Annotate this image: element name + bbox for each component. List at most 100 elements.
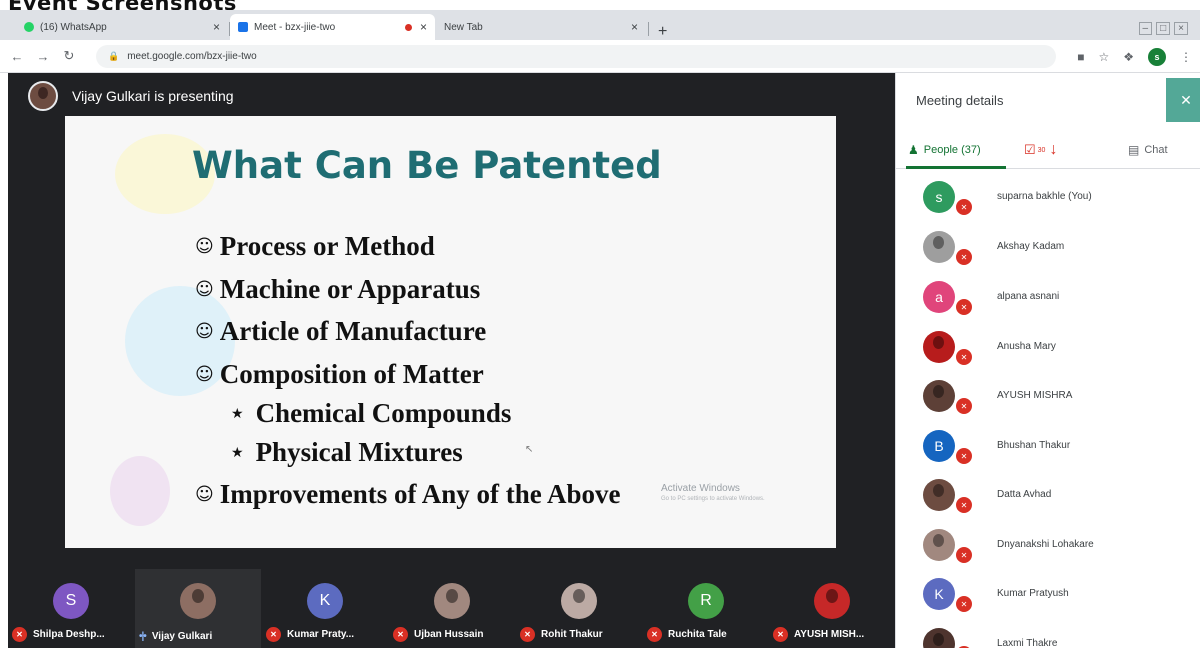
- profile-avatar[interactable]: s: [1148, 48, 1166, 66]
- participant-tile[interactable]: ✕ Rohit Thakur: [516, 569, 642, 648]
- smiley-icon: ☺: [195, 236, 214, 257]
- avatar: [923, 380, 955, 412]
- avatar: R: [688, 583, 724, 619]
- avatar: [923, 628, 955, 648]
- whatsapp-icon: [24, 22, 34, 32]
- close-tab-icon[interactable]: ×: [213, 20, 220, 34]
- list-item[interactable]: s ✕ suparna bakhle (You): [896, 173, 1200, 221]
- restore-icon[interactable]: □: [1156, 22, 1171, 35]
- avatar: a: [923, 281, 955, 313]
- meet-icon: [238, 22, 248, 32]
- avatar: [180, 583, 216, 619]
- list-item[interactable]: ✕ AYUSH MISHRA: [896, 372, 1200, 420]
- list-item[interactable]: a ✕ alpana asnani: [896, 273, 1200, 321]
- tab-meet[interactable]: Meet - bzx-jiie-two ×: [230, 14, 435, 40]
- mic-off-icon: ✕: [954, 495, 974, 515]
- smiley-icon: ☺: [195, 321, 214, 342]
- mic-off-icon: ✕: [954, 396, 974, 416]
- avatar: [923, 479, 955, 511]
- person-name: suparna bakhle (You): [997, 191, 1092, 202]
- slide-sub-bullet: ★ Physical Mixtures: [231, 437, 463, 468]
- bullet-text: Machine or Apparatus: [219, 274, 481, 304]
- active-tab-indicator: [906, 166, 1006, 169]
- slide-bullet: ☺ Process or Method: [195, 231, 435, 262]
- menu-kebab-icon[interactable]: ⋮: [1180, 50, 1192, 64]
- presenter-banner: Vijay Gulkari is presenting: [28, 81, 234, 111]
- panel-title: Meeting details: [916, 93, 1004, 108]
- avatar: [923, 529, 955, 561]
- camera-icon[interactable]: ■: [1077, 50, 1084, 64]
- presenter-avatar: [28, 81, 58, 111]
- tab-divider: [648, 22, 649, 36]
- mic-off-icon: ✕: [954, 545, 974, 565]
- person-name: alpana asnani: [997, 291, 1060, 302]
- bookmark-star-icon[interactable]: ☆: [1098, 50, 1109, 64]
- new-tab-button[interactable]: +: [658, 23, 667, 41]
- avatar: K: [923, 578, 955, 610]
- watermark-line: Go to PC settings to activate Windows.: [661, 496, 765, 502]
- participant-name: Ruchita Tale: [668, 629, 727, 640]
- bullet-text: Physical Mixtures: [255, 437, 463, 467]
- forward-icon[interactable]: →: [34, 49, 52, 64]
- panel-tabs: ♟ People (37) ☑ 30 ↓ ▤ Chat: [896, 135, 1200, 169]
- participant-name: Rohit Thakur: [541, 629, 603, 640]
- participant-tile[interactable]: R ✕ Ruchita Tale: [643, 569, 769, 648]
- tab-new-tab[interactable]: New Tab ×: [436, 14, 646, 40]
- person-name: Akshay Kadam: [997, 241, 1065, 252]
- mic-off-icon: ✕: [954, 594, 974, 614]
- avatar: s: [923, 181, 955, 213]
- smiley-icon: ☺: [195, 279, 214, 300]
- participant-tile[interactable]: K ✕ Kumar Praty...: [262, 569, 388, 648]
- mic-off-icon: ✕: [773, 627, 788, 642]
- presenter-text: Vijay Gulkari is presenting: [72, 88, 234, 104]
- participant-tile[interactable]: ✕ Ujban Hussain: [389, 569, 515, 648]
- list-item[interactable]: ✕ Anusha Mary: [896, 323, 1200, 371]
- arrow-down-icon: ↓: [1049, 141, 1058, 158]
- minimize-icon[interactable]: –: [1138, 22, 1153, 35]
- mic-off-icon: ✕: [520, 627, 535, 642]
- slide-bullet: ☺ Machine or Apparatus: [195, 274, 480, 305]
- avatar: [923, 231, 955, 263]
- back-icon[interactable]: ←: [8, 49, 26, 64]
- participant-name: Kumar Praty...: [287, 629, 355, 640]
- address-bar[interactable]: 🔒 meet.google.com/bzx-jiie-two: [96, 45, 1056, 68]
- person-name: Bhushan Thakur: [997, 440, 1071, 451]
- list-item[interactable]: ✕ Akshay Kadam: [896, 223, 1200, 271]
- mic-off-icon: ✕: [266, 627, 281, 642]
- mouse-cursor-icon: ↖: [525, 444, 534, 455]
- avatar: K: [307, 583, 343, 619]
- tab-people-label: People (37): [923, 144, 981, 156]
- participant-name: Ujban Hussain: [414, 629, 484, 640]
- reload-icon[interactable]: ↻: [60, 48, 78, 64]
- tab-people[interactable]: ♟ People (37): [908, 143, 981, 157]
- close-panel-button[interactable]: ✕: [1166, 78, 1200, 122]
- recording-dot-icon: [404, 23, 412, 31]
- extensions-icon[interactable]: ❖: [1123, 50, 1134, 64]
- tab-chat[interactable]: ▤ Chat: [1128, 143, 1168, 157]
- mic-off-icon: ✕: [647, 627, 662, 642]
- list-item[interactable]: B ✕ Bhushan Thakur: [896, 422, 1200, 470]
- mic-off-icon: ✕: [954, 297, 974, 317]
- tab-whatsapp[interactable]: (16) WhatsApp ×: [16, 14, 228, 40]
- lock-icon: 🔒: [108, 51, 120, 61]
- list-item[interactable]: K ✕ Kumar Pratyush: [896, 570, 1200, 618]
- list-item[interactable]: ✕ Datta Avhad: [896, 471, 1200, 519]
- meeting-details-panel: Meeting details ✕ ♟ People (37) ☑ 30 ↓ ▤…: [895, 73, 1200, 648]
- checklist-icon: ☑: [1024, 142, 1036, 157]
- person-name: Kumar Pratyush: [997, 588, 1069, 599]
- tab-tasks[interactable]: ☑ 30 ↓: [1024, 141, 1057, 159]
- participant-tile[interactable]: ✕ AYUSH MISH...: [769, 569, 895, 648]
- participant-tile[interactable]: S ✕ Shilpa Deshp...: [8, 569, 134, 648]
- participant-tile[interactable]: •|• Vijay Gulkari: [135, 569, 261, 648]
- close-tab-icon[interactable]: ×: [420, 20, 427, 34]
- slide-bullet: ☺ Article of Manufacture: [195, 316, 486, 347]
- mic-off-icon: ✕: [954, 247, 974, 267]
- close-tab-icon[interactable]: ×: [631, 20, 638, 34]
- list-item[interactable]: ✕ Laxmi Thakre: [896, 620, 1200, 648]
- bullet-text: Chemical Compounds: [255, 398, 512, 428]
- people-icon: ♟: [908, 143, 919, 157]
- slide-title: What Can Be Patented: [192, 144, 662, 187]
- list-item[interactable]: ✕ Dnyanakshi Lohakare: [896, 521, 1200, 569]
- avatar: [814, 583, 850, 619]
- close-window-icon[interactable]: ×: [1174, 22, 1188, 35]
